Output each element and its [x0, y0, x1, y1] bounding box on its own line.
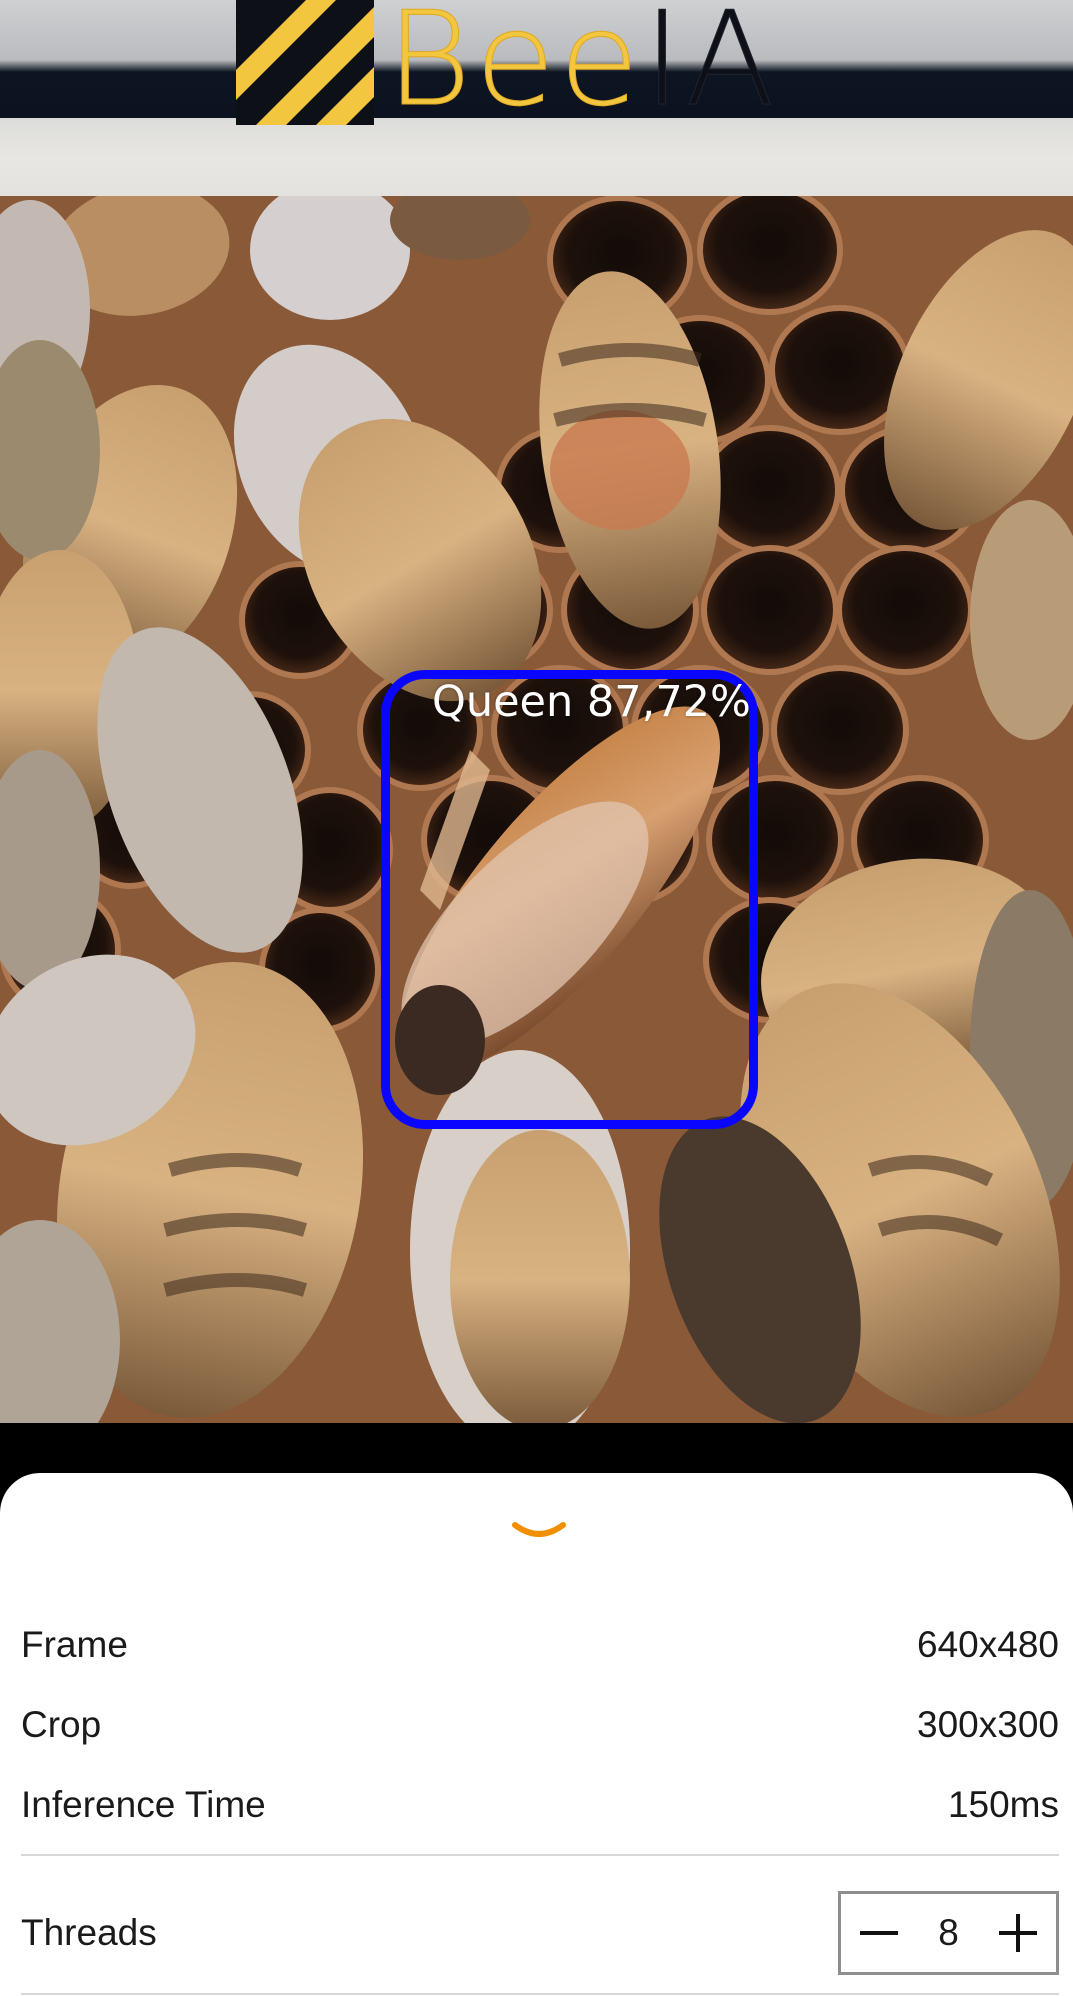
threads-increment-button[interactable] — [994, 1909, 1042, 1957]
app-screen: BeeIA Queen 87,72% Frame 640x480 Crop 30… — [0, 0, 1073, 1996]
threads-stepper: 8 — [838, 1891, 1059, 1975]
crop-value: 300x300 — [917, 1704, 1059, 1745]
frame-value: 640x480 — [917, 1624, 1059, 1665]
detection-label: Queen 87,72% — [432, 677, 751, 727]
divider — [21, 1854, 1059, 1856]
frame-label: Frame — [21, 1624, 128, 1665]
logo-text-gold: Bee — [385, 0, 644, 135]
divider — [21, 1993, 1059, 1995]
logo-text-dark: IA — [643, 0, 779, 135]
detection-bounding-box — [381, 670, 758, 1129]
crop-row: Crop 300x300 — [21, 1695, 1059, 1755]
minus-icon — [860, 1931, 898, 1935]
app-logo: BeeIA — [236, 0, 778, 125]
threads-row: Threads 8 — [21, 1888, 1059, 1978]
frame-row: Frame 640x480 — [21, 1615, 1059, 1675]
plus-icon — [998, 1914, 1037, 1952]
inference-time-label: Inference Time — [21, 1784, 266, 1825]
threads-label: Threads — [21, 1912, 157, 1953]
logo-wordmark: BeeIA — [385, 0, 778, 125]
crop-label: Crop — [21, 1704, 102, 1745]
bottom-sheet: Frame 640x480 Crop 300x300 Inference Tim… — [0, 1473, 1073, 1996]
inference-time-row: Inference Time 150ms — [21, 1775, 1059, 1835]
threads-decrement-button[interactable] — [855, 1909, 903, 1957]
chevron-down-icon[interactable] — [511, 1517, 567, 1547]
logo-stripes-icon — [236, 0, 374, 125]
threads-value: 8 — [938, 1912, 959, 1953]
inference-time-value: 150ms — [947, 1784, 1059, 1825]
